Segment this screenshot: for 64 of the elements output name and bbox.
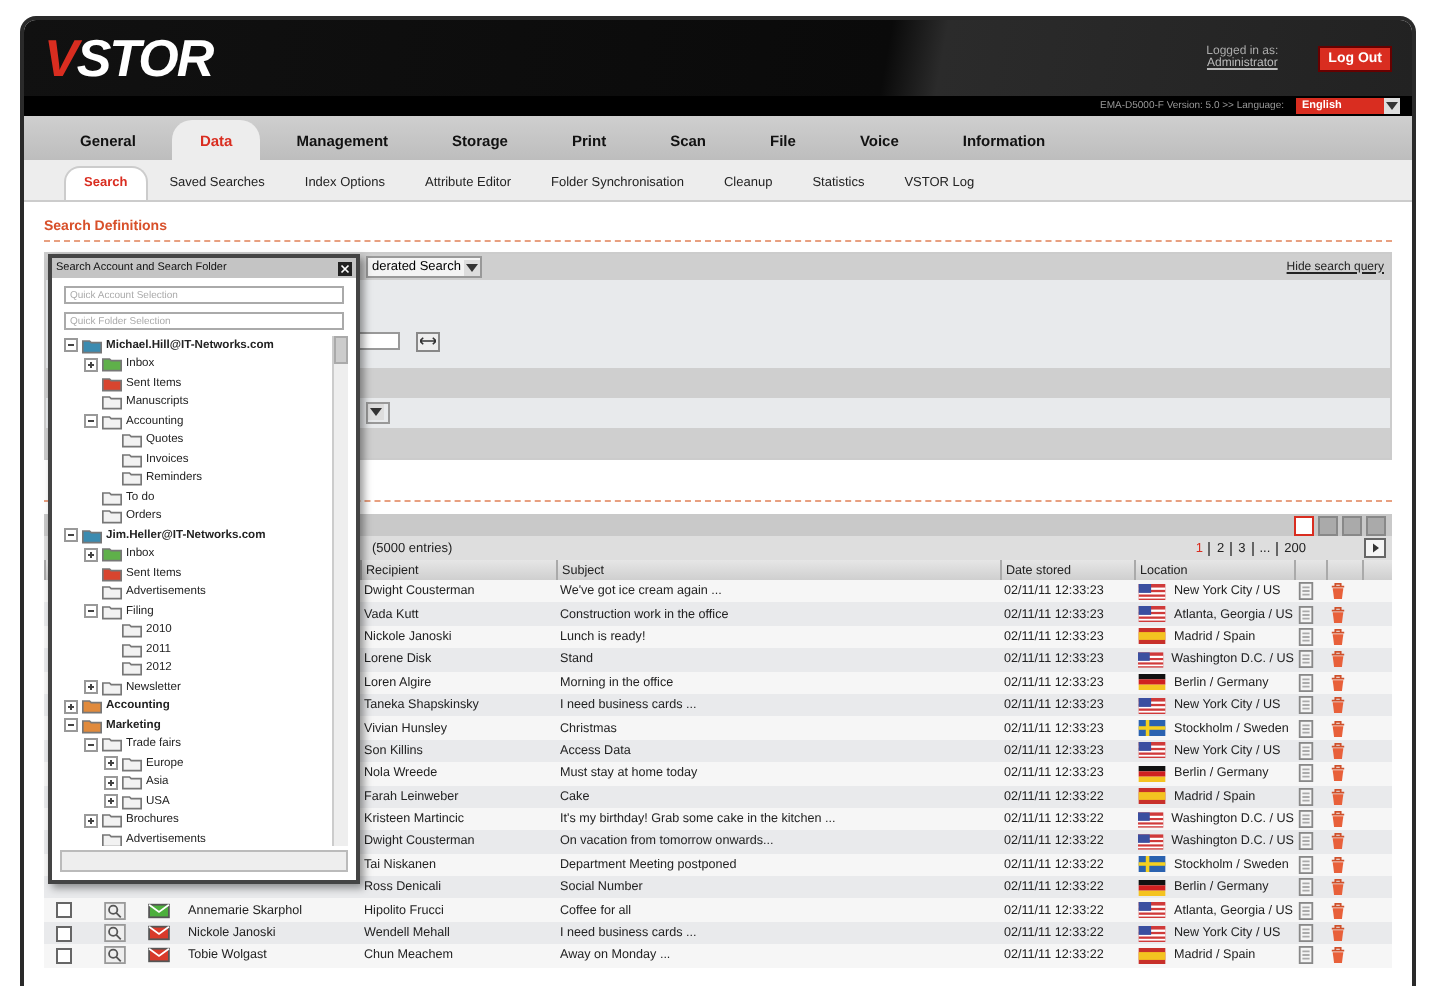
trash-icon[interactable] <box>1330 650 1346 669</box>
trash-icon[interactable] <box>1330 673 1346 692</box>
note-icon[interactable] <box>1298 832 1314 851</box>
expand-toggle[interactable] <box>64 338 78 353</box>
trash-icon[interactable] <box>1330 627 1346 646</box>
note-icon[interactable] <box>1298 878 1314 897</box>
caret-icon <box>1384 98 1400 114</box>
expand-toggle[interactable] <box>64 528 78 543</box>
note-icon[interactable] <box>1298 810 1314 829</box>
horizontal-scrollbar[interactable] <box>60 850 348 872</box>
next-page-button[interactable] <box>1364 538 1386 558</box>
expand-toggle[interactable] <box>84 604 98 619</box>
trash-icon[interactable] <box>1330 582 1346 601</box>
expand-toggle[interactable] <box>104 794 118 809</box>
dropdown-select[interactable] <box>366 402 390 424</box>
trash-icon[interactable] <box>1330 605 1346 624</box>
expand-toggle[interactable] <box>84 737 98 752</box>
search-icon[interactable] <box>104 901 126 920</box>
trash-icon[interactable] <box>1330 719 1346 738</box>
note-icon[interactable] <box>1298 696 1314 715</box>
note-icon[interactable] <box>1298 901 1314 920</box>
logo: VSTOR <box>44 27 213 89</box>
trash-icon[interactable] <box>1330 924 1346 943</box>
expand-toggle[interactable] <box>84 357 98 372</box>
note-icon[interactable] <box>1298 719 1314 738</box>
expand-toggle[interactable] <box>64 699 78 714</box>
caret-icon <box>464 259 481 275</box>
expand-toggle[interactable] <box>84 547 98 562</box>
note-icon[interactable] <box>1298 924 1314 943</box>
note-icon[interactable] <box>1298 787 1314 806</box>
search-icon[interactable] <box>104 946 126 965</box>
note-icon[interactable] <box>1298 946 1314 965</box>
expand-toggle[interactable] <box>104 775 118 790</box>
expand-toggle[interactable] <box>84 414 98 429</box>
vertical-scrollbar[interactable] <box>332 336 348 846</box>
note-icon[interactable] <box>1298 650 1314 669</box>
row-checkbox[interactable] <box>56 925 72 942</box>
note-icon[interactable] <box>1298 605 1314 624</box>
expand-toggle[interactable] <box>64 718 78 733</box>
arrow-icon <box>1369 542 1381 554</box>
trash-icon[interactable] <box>1330 878 1346 897</box>
expand-toggle[interactable] <box>104 756 118 771</box>
trash-icon[interactable] <box>1330 787 1346 806</box>
expand-toggle[interactable] <box>84 813 98 828</box>
close-icon[interactable] <box>338 261 352 275</box>
trash-icon[interactable] <box>1330 696 1346 715</box>
note-icon[interactable] <box>1298 741 1314 760</box>
search-icon[interactable] <box>104 924 126 943</box>
row-checkbox[interactable] <box>56 902 72 919</box>
note-icon[interactable] <box>1298 764 1314 783</box>
trash-icon[interactable] <box>1330 855 1346 874</box>
trash-icon[interactable] <box>1330 764 1346 783</box>
note-icon[interactable] <box>1298 582 1314 601</box>
trash-icon[interactable] <box>1330 832 1346 851</box>
trash-icon[interactable] <box>1330 741 1346 760</box>
swap-button[interactable] <box>416 331 440 351</box>
note-icon[interactable] <box>1298 627 1314 646</box>
note-icon[interactable] <box>1298 673 1314 692</box>
row-checkbox[interactable] <box>56 947 72 964</box>
note-icon[interactable] <box>1298 855 1314 874</box>
expand-toggle[interactable] <box>84 680 98 695</box>
trash-icon[interactable] <box>1330 946 1346 965</box>
trash-icon[interactable] <box>1330 901 1346 920</box>
trash-icon[interactable] <box>1330 810 1346 829</box>
